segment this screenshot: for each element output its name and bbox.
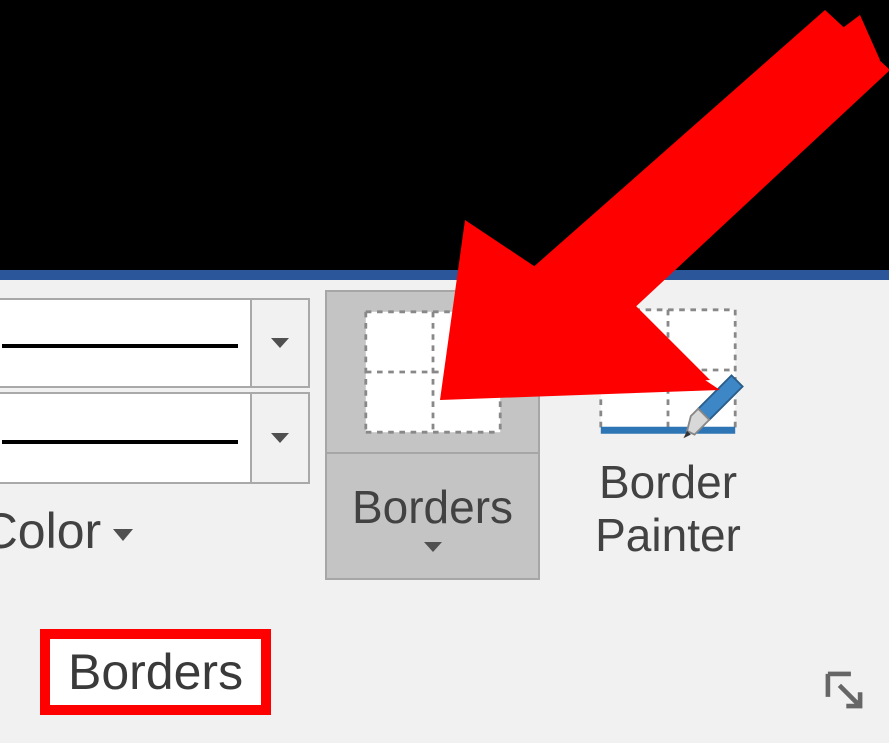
ribbon-borders-group: t n Color — [0, 270, 889, 743]
dropdown-button[interactable] — [250, 300, 308, 386]
pen-color-dropdown[interactable]: n Color — [0, 502, 133, 560]
ribbon-group-label: Borders — [40, 629, 271, 715]
borders-icon-wrap — [327, 292, 538, 452]
line-style-dropdown-1[interactable] — [0, 298, 310, 388]
chevron-down-icon — [113, 529, 133, 541]
dialog-launcher-icon[interactable] — [821, 667, 867, 713]
panel-inner: t n Color — [0, 280, 889, 743]
line-style-dropdown-2[interactable] — [0, 392, 310, 484]
border-painter-icon-wrap — [548, 290, 788, 450]
border-painter-label-wrap: Border Painter — [595, 456, 741, 562]
borders-grid-icon — [363, 307, 503, 437]
chevron-down-icon — [271, 433, 289, 443]
chevron-down-icon — [271, 338, 289, 348]
border-painter-label-line1: Border — [595, 456, 741, 509]
pen-color-label: n Color — [0, 502, 101, 560]
borders-dropdown-area[interactable]: Borders — [327, 452, 538, 578]
dropdown-button[interactable] — [250, 394, 308, 482]
borders-split-button[interactable]: Borders — [325, 290, 540, 580]
border-painter-button[interactable]: Border Painter — [548, 290, 788, 580]
line-style-preview — [2, 344, 238, 348]
line-style-preview — [2, 440, 238, 444]
chevron-down-icon — [424, 542, 442, 552]
paintbrush-icon — [676, 368, 750, 442]
borders-button-label: Borders — [352, 480, 513, 534]
border-painter-label-line2: Painter — [595, 509, 741, 562]
